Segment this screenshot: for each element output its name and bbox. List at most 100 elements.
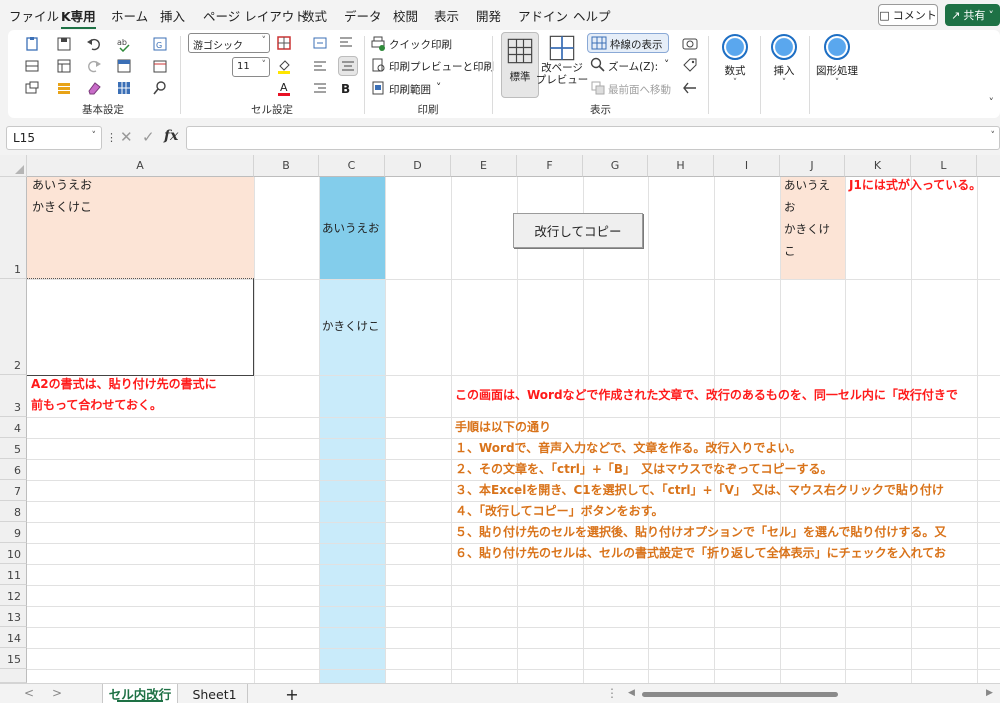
prev-sheet-icon[interactable]: < bbox=[24, 686, 34, 700]
column-header[interactable]: A bbox=[27, 155, 254, 177]
row-header[interactable]: 3 bbox=[0, 375, 27, 417]
formula-input[interactable]: ˅ bbox=[186, 126, 1000, 150]
zoom-label[interactable]: ズーム(Z): bbox=[608, 59, 658, 74]
row-header[interactable]: 2 bbox=[0, 279, 27, 375]
search-icon[interactable] bbox=[152, 80, 168, 96]
more-options-icon[interactable]: ⋮ bbox=[606, 686, 618, 700]
insert-button[interactable]: 挿入 ˅ bbox=[767, 34, 801, 88]
row-header[interactable]: 10 bbox=[0, 543, 27, 564]
row-header[interactable]: 11 bbox=[0, 564, 27, 585]
menu-view[interactable]: 表示 bbox=[434, 6, 459, 25]
column-header[interactable]: D bbox=[385, 155, 451, 177]
select-all-corner[interactable] bbox=[0, 155, 27, 177]
bold-icon[interactable]: B bbox=[338, 80, 354, 96]
page-break-preview-button[interactable]: 改ページ プレビュー bbox=[536, 34, 588, 86]
insert-function-icon[interactable]: fx bbox=[164, 128, 178, 144]
column-header[interactable]: C bbox=[319, 155, 385, 177]
name-box[interactable]: L15 ˅ bbox=[6, 126, 102, 150]
undo-icon[interactable] bbox=[86, 36, 102, 52]
column-header[interactable]: H bbox=[648, 155, 714, 177]
quick-print-icon[interactable] bbox=[370, 35, 386, 51]
scroll-left-icon[interactable]: ◀ bbox=[628, 688, 635, 698]
menu-page-layout[interactable]: ページ レイアウト bbox=[203, 6, 307, 25]
highlight-icon[interactable] bbox=[56, 80, 72, 96]
shape-button[interactable]: 図形処理 ˅ bbox=[814, 34, 860, 88]
spellcheck-icon[interactable]: ab bbox=[116, 36, 132, 52]
back-icon[interactable] bbox=[682, 80, 698, 96]
eraser-icon[interactable] bbox=[86, 80, 102, 96]
calendar-icon[interactable] bbox=[152, 58, 168, 74]
formula-button[interactable]: 数式 ˅ bbox=[718, 34, 752, 88]
horizontal-scrollbar[interactable] bbox=[642, 692, 838, 697]
column-header[interactable]: K bbox=[845, 155, 911, 177]
menu-file[interactable]: ファイル bbox=[9, 6, 59, 25]
align-left-icon[interactable] bbox=[312, 58, 328, 74]
copy-with-newline-button[interactable]: 改行してコピー bbox=[513, 213, 643, 248]
merge-icon[interactable] bbox=[312, 35, 328, 51]
redo-icon[interactable] bbox=[86, 58, 102, 74]
row-header[interactable]: 5 bbox=[0, 438, 27, 459]
enter-icon[interactable]: ✓ bbox=[142, 128, 155, 146]
column-header[interactable]: L bbox=[911, 155, 977, 177]
print-area-icon[interactable] bbox=[370, 80, 386, 96]
row-header[interactable]: 13 bbox=[0, 606, 27, 627]
menu-insert[interactable]: 挿入 bbox=[160, 6, 185, 25]
align-right-icon[interactable] bbox=[312, 80, 328, 96]
row-header[interactable]: 15 bbox=[0, 648, 27, 669]
show-gridlines-toggle[interactable]: 枠線の表示 bbox=[587, 33, 669, 53]
align-center-icon[interactable] bbox=[338, 56, 358, 76]
row-header[interactable]: 9 bbox=[0, 522, 27, 543]
align-icon[interactable] bbox=[24, 58, 40, 74]
column-header[interactable] bbox=[977, 155, 1000, 177]
row-header[interactable]: 14 bbox=[0, 627, 27, 648]
column-header[interactable]: G bbox=[583, 155, 648, 177]
menu-review[interactable]: 校閲 bbox=[393, 6, 418, 25]
sheet-icon[interactable]: G bbox=[152, 36, 168, 52]
share-button[interactable]: ↗ 共有 ˅ bbox=[945, 4, 1000, 26]
font-color-icon[interactable]: A bbox=[276, 80, 292, 96]
zoom-icon[interactable] bbox=[590, 57, 606, 73]
scroll-right-icon[interactable]: ▶ bbox=[986, 688, 993, 698]
spreadsheet-grid[interactable]: A B C D E F G H I J K L 1 2 3 4 5 6 7 8 … bbox=[0, 155, 1000, 683]
print-preview-icon[interactable] bbox=[370, 57, 386, 73]
tab-sheet1[interactable]: Sheet1 bbox=[182, 684, 248, 703]
print-preview-label[interactable]: 印刷プレビューと印刷 bbox=[389, 59, 494, 74]
camera-icon[interactable] bbox=[682, 35, 698, 51]
row-header[interactable]: 4 bbox=[0, 417, 27, 438]
standard-view-button[interactable]: 標準 bbox=[501, 32, 539, 98]
print-area-label[interactable]: 印刷範囲 bbox=[389, 82, 431, 97]
menu-addins[interactable]: アドイン bbox=[518, 6, 568, 25]
menu-formulas[interactable]: 数式 bbox=[302, 6, 327, 25]
clipboard-icon[interactable] bbox=[24, 36, 40, 52]
row-header[interactable]: 7 bbox=[0, 480, 27, 501]
table-icon[interactable] bbox=[56, 58, 72, 74]
freeze-icon[interactable] bbox=[116, 58, 132, 74]
column-header[interactable]: F bbox=[517, 155, 583, 177]
column-header[interactable]: B bbox=[254, 155, 319, 177]
align-top-icon[interactable] bbox=[338, 35, 354, 51]
format-icon[interactable] bbox=[24, 80, 40, 96]
menu-data[interactable]: データ bbox=[344, 6, 382, 25]
next-sheet-icon[interactable]: > bbox=[52, 686, 62, 700]
menu-home[interactable]: ホーム bbox=[111, 6, 148, 25]
font-name-combo[interactable]: 游ゴシック ˅ bbox=[188, 33, 270, 53]
grid-icon[interactable] bbox=[116, 80, 132, 96]
border-icon[interactable] bbox=[276, 35, 292, 51]
fill-color-icon[interactable] bbox=[276, 58, 292, 74]
row-header[interactable]: 12 bbox=[0, 585, 27, 606]
row-header[interactable]: 6 bbox=[0, 459, 27, 480]
cancel-icon[interactable]: ✕ bbox=[120, 128, 133, 146]
font-size-combo[interactable]: 11 ˅ bbox=[232, 57, 270, 77]
tab-sheet-active[interactable]: セル内改行 bbox=[102, 684, 178, 703]
add-sheet-button[interactable]: + bbox=[280, 684, 304, 703]
menu-k-custom[interactable]: K専用 bbox=[61, 6, 96, 29]
comment-button[interactable]: □ コメント bbox=[878, 4, 938, 26]
more-icon[interactable]: ⋮ bbox=[106, 131, 117, 144]
chevron-down-icon[interactable]: ˅ bbox=[991, 131, 996, 141]
tag-icon[interactable] bbox=[682, 57, 698, 73]
column-header[interactable]: I bbox=[714, 155, 780, 177]
row-header[interactable]: 1 bbox=[0, 177, 27, 279]
menu-developer[interactable]: 開発 bbox=[476, 6, 501, 25]
quick-print-label[interactable]: クイック印刷 bbox=[389, 37, 452, 52]
menu-help[interactable]: ヘルプ bbox=[573, 6, 611, 25]
